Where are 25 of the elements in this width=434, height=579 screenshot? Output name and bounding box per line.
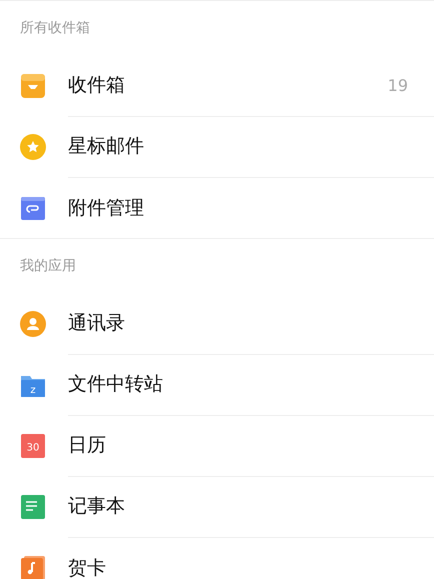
menu-item[interactable]: 通讯录 (0, 293, 434, 354)
music-card-icon (20, 554, 46, 579)
menu-item[interactable]: z 文件中转站 (0, 354, 434, 415)
item-label: 文件中转站 (68, 372, 164, 397)
contact-icon (20, 310, 46, 336)
item-label: 贺卡 (68, 556, 107, 579)
item-label: 通讯录 (68, 311, 126, 336)
item-label: 记事本 (68, 494, 126, 519)
item-label: 星标邮件 (68, 134, 145, 159)
calendar-icon: 30 (20, 432, 46, 458)
menu-item[interactable]: 30 日历 (0, 415, 434, 476)
attachment-icon (20, 194, 46, 220)
inbox-icon (20, 72, 46, 98)
menu-item[interactable]: 星标邮件 (0, 116, 434, 177)
menu-item[interactable]: 附件管理 (0, 177, 434, 238)
section-header: 所有收件箱 (19, 19, 91, 38)
menu-item[interactable]: 贺卡 (0, 537, 434, 579)
unread-count: 19 (388, 76, 408, 94)
item-label: 收件箱 (68, 73, 126, 98)
notes-icon (20, 494, 46, 520)
item-label: 日历 (68, 433, 107, 458)
item-label: 附件管理 (68, 196, 145, 220)
menu-item[interactable]: 收件箱 19 (0, 55, 434, 116)
section-header: 我的应用 (19, 257, 77, 276)
menu-item[interactable]: 记事本 (0, 476, 434, 537)
